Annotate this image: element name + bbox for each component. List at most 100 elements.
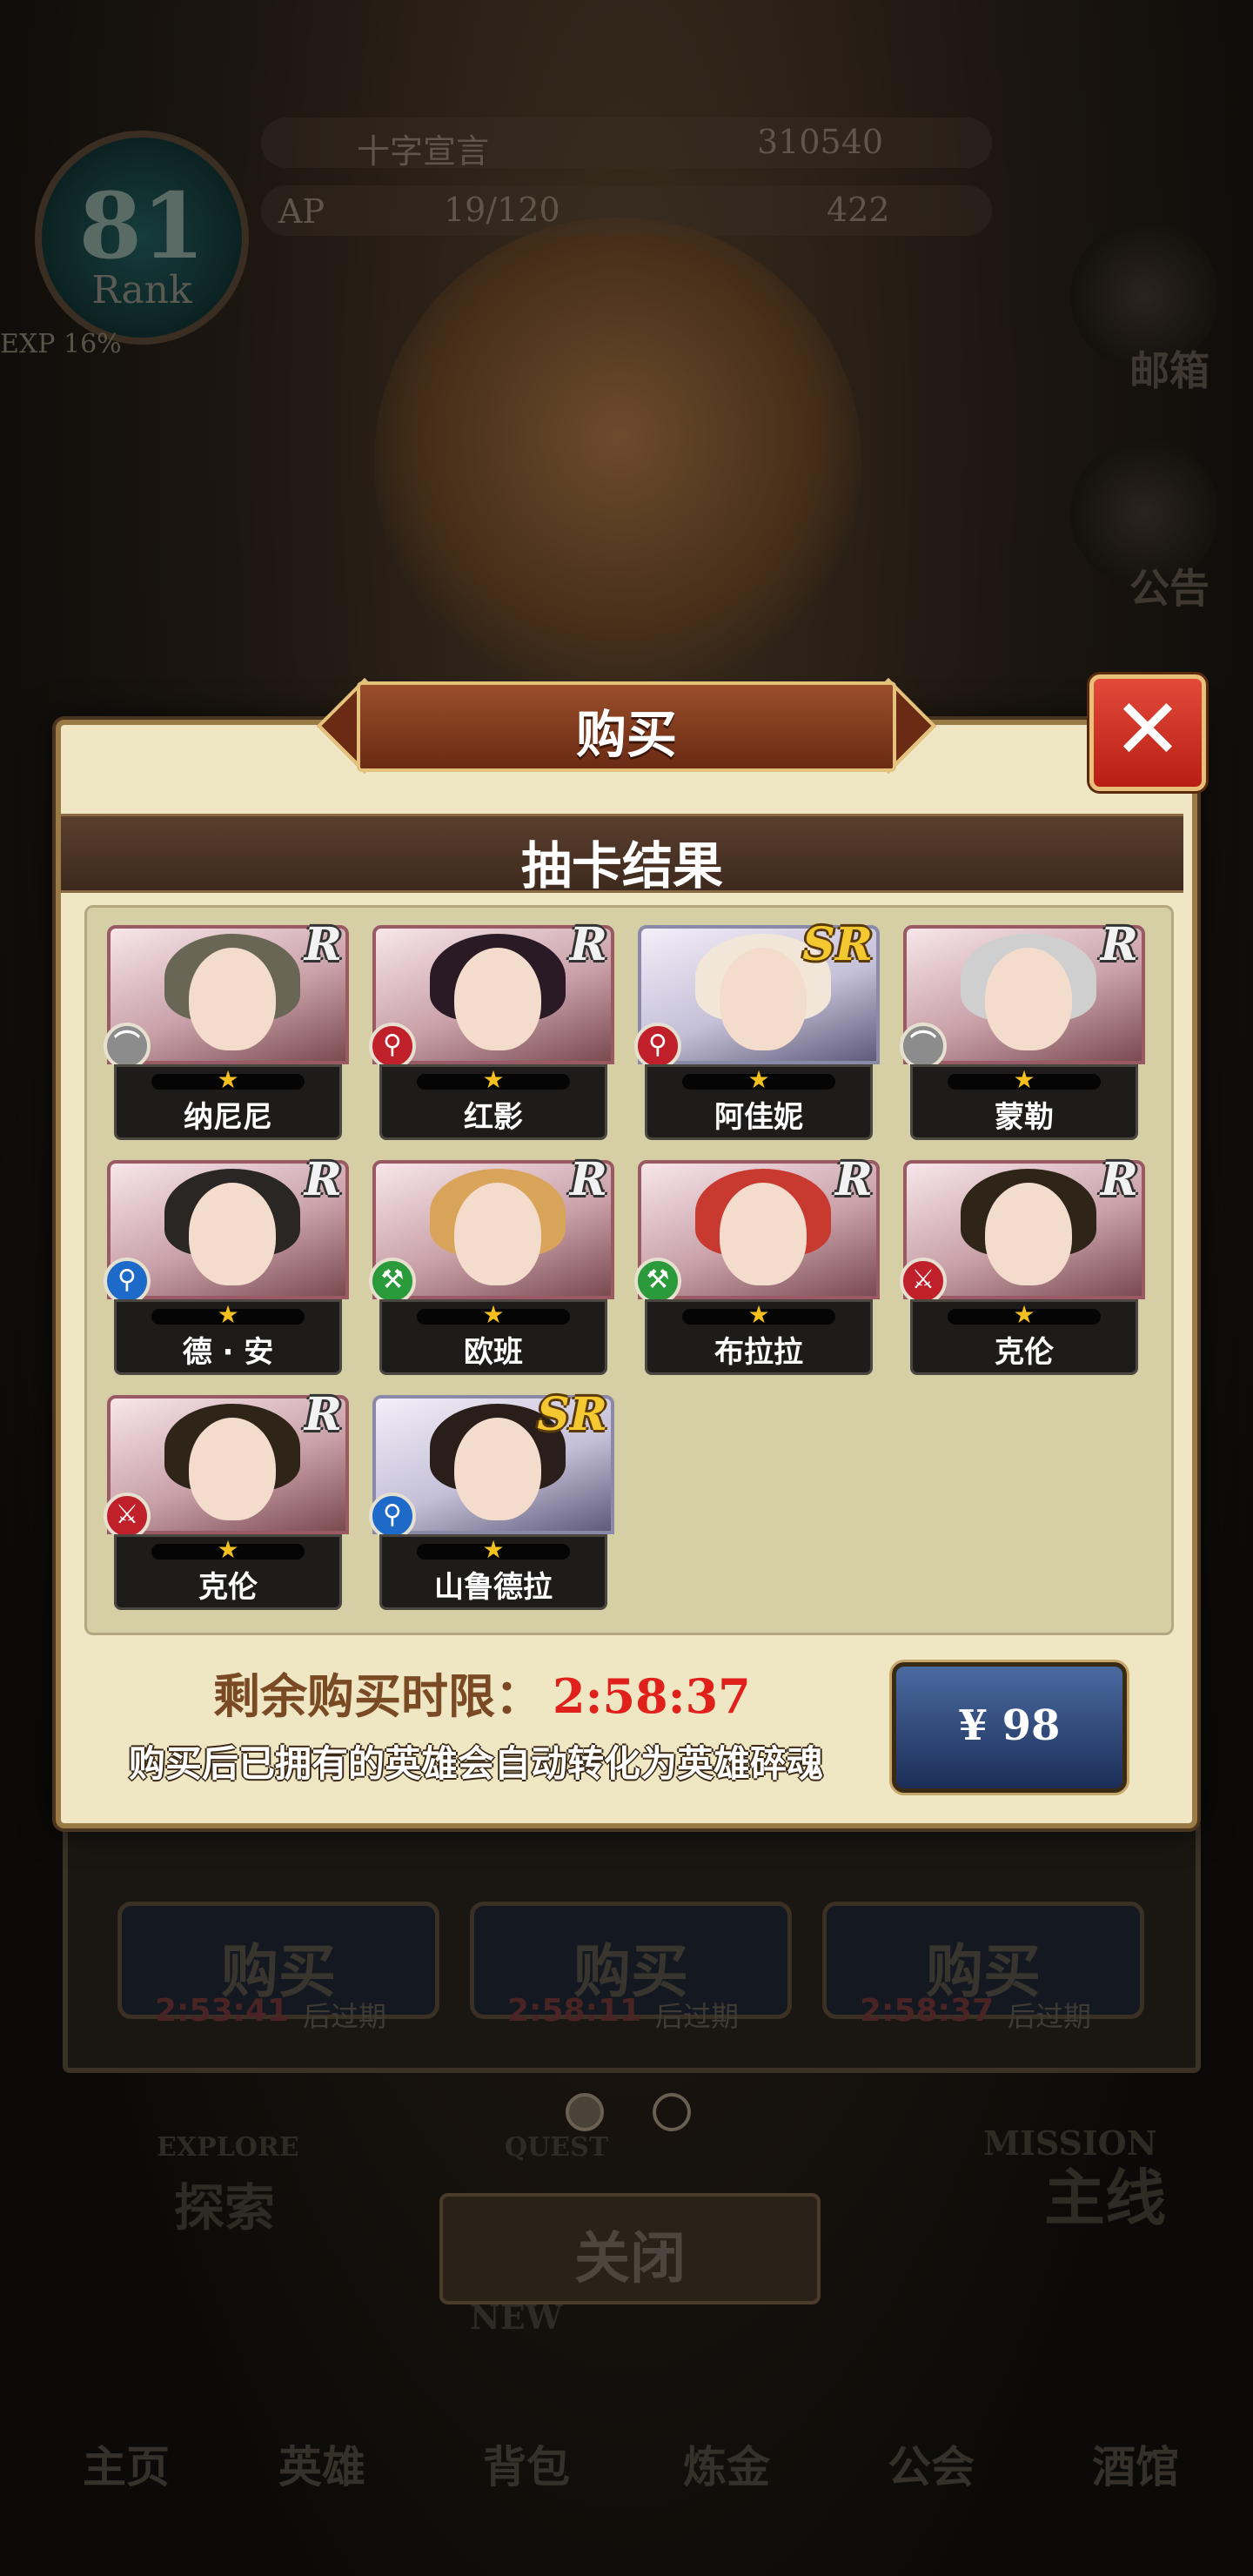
hero-nameplate: ★ 克伦 xyxy=(910,1299,1138,1375)
timer-value: 2:58:37 xyxy=(553,1668,751,1724)
star-icon: ★ xyxy=(747,1065,770,1094)
hero-card[interactable]: R ⚒ ★ 欧班 xyxy=(369,1153,614,1375)
staff-weapon-icon: ⚲ xyxy=(369,1023,416,1070)
dialog-title-banner: 购买 xyxy=(309,674,944,779)
close-button[interactable]: ✕ xyxy=(1089,674,1206,791)
nav-home[interactable]: 主页 xyxy=(83,2432,170,2495)
star-bar: ★ xyxy=(682,1300,835,1329)
rarity-badge: R xyxy=(1100,918,1138,971)
hero-face xyxy=(454,948,541,1050)
rarity-badge: R xyxy=(569,1153,607,1206)
hero-name: 山鲁德拉 xyxy=(434,1570,553,1605)
explore-label: EXPLORE xyxy=(157,2132,299,2163)
star-bar: ★ xyxy=(948,1065,1101,1094)
nav-heroes[interactable]: 英雄 xyxy=(278,2432,365,2495)
hero-name: 阿佳妮 xyxy=(714,1100,803,1135)
star-bar: ★ xyxy=(151,1065,305,1094)
star-icon: ★ xyxy=(747,1300,770,1329)
star-bar: ★ xyxy=(948,1300,1101,1329)
hero-card[interactable]: R ⌒ ★ 纳尼尼 xyxy=(104,918,349,1140)
star-bar: ★ xyxy=(417,1065,570,1094)
hero-card[interactable]: R ⚒ ★ 布拉拉 xyxy=(634,1153,880,1375)
hero-face xyxy=(189,948,276,1050)
hero-card[interactable]: SR ⚲ ★ 山鲁德拉 xyxy=(369,1388,614,1610)
ap-amount: 19/120 xyxy=(444,191,560,229)
hero-card[interactable]: R ⚔ ★ 克伦 xyxy=(900,1153,1145,1375)
bow-weapon-icon: ⌒ xyxy=(104,1023,151,1070)
hero-card[interactable]: R ⚲ ★ 红影 xyxy=(369,918,614,1140)
quest-label: QUEST xyxy=(505,2132,609,2163)
rarity-badge: R xyxy=(304,1153,342,1206)
hero-face xyxy=(189,1183,276,1285)
hero-name: 德 · 安 xyxy=(182,1335,274,1370)
hero-face xyxy=(985,1183,1072,1285)
bg-expire-3: 后过期 xyxy=(1008,2000,1092,2033)
hero-face xyxy=(720,1183,807,1285)
dialog-title: 购买 xyxy=(575,705,677,764)
staff-weapon-icon: ⚲ xyxy=(634,1023,681,1070)
bg-expire-2: 后过期 xyxy=(655,2000,740,2033)
bg-timer-1: 2:53:41 xyxy=(155,1993,290,2029)
hero-nameplate: ★ 山鲁德拉 xyxy=(379,1534,607,1610)
star-icon: ★ xyxy=(482,1065,505,1094)
hero-name: 纳尼尼 xyxy=(184,1100,272,1135)
rarity-badge: R xyxy=(304,1388,342,1441)
resource-bar: 十字宣言 310540 AP 19/120 422 xyxy=(261,117,992,248)
bow-weapon-icon: ⌒ xyxy=(900,1023,947,1070)
star-bar: ★ xyxy=(417,1300,570,1329)
nav-guild[interactable]: 公会 xyxy=(888,2432,975,2495)
exp-label: EXP 16% xyxy=(0,329,122,359)
hero-face xyxy=(189,1418,276,1520)
hero-card[interactable]: SR ⚲ ★ 阿佳妮 xyxy=(634,918,880,1140)
hero-face xyxy=(985,948,1072,1050)
rank-label: Rank xyxy=(91,268,192,312)
price-button[interactable]: ¥ 98 xyxy=(892,1662,1127,1793)
hero-nameplate: ★ 克伦 xyxy=(114,1534,342,1610)
hero-nameplate: ★ 欧班 xyxy=(379,1299,607,1375)
hero-card[interactable]: R ⚔ ★ 克伦 xyxy=(104,1388,349,1610)
page-dot-2[interactable] xyxy=(653,2093,691,2131)
notice-label: 公告 xyxy=(1129,565,1209,612)
star-icon: ★ xyxy=(217,1535,239,1564)
hero-name: 克伦 xyxy=(198,1570,258,1605)
background-close-label: 关闭 xyxy=(574,2227,686,2291)
star-icon: ★ xyxy=(1013,1065,1035,1094)
hero-face xyxy=(454,1183,541,1285)
nav-alchemy[interactable]: 炼金 xyxy=(683,2432,770,2495)
background-close-button[interactable]: 关闭 xyxy=(439,2193,821,2304)
purchase-timer: 剩余购买时限： 2:58:37 xyxy=(213,1658,751,1727)
bg-timer-3: 2:58:37 xyxy=(860,1993,995,2029)
hero-face xyxy=(720,948,807,1050)
rank-number: 81 xyxy=(78,172,205,279)
star-icon: ★ xyxy=(482,1535,505,1564)
star-icon: ★ xyxy=(217,1065,239,1094)
bg-timer-2: 2:58:11 xyxy=(507,1993,642,2029)
timer-label: 剩余购买时限： xyxy=(213,1669,542,1724)
star-icon: ★ xyxy=(482,1300,505,1329)
hero-card[interactable]: R ⌒ ★ 蒙勒 xyxy=(900,918,1145,1140)
star-bar: ★ xyxy=(417,1535,570,1564)
hero-nameplate: ★ 阿佳妮 xyxy=(645,1064,873,1140)
hero-card[interactable]: R ⚲ ★ 德 · 安 xyxy=(104,1153,349,1375)
result-header: 抽卡结果 xyxy=(61,814,1183,896)
staff-weapon-icon: ⚲ xyxy=(104,1258,151,1305)
page-dot-1[interactable] xyxy=(566,2093,604,2131)
axe-weapon-icon: ⚒ xyxy=(634,1258,681,1305)
close-icon: ✕ xyxy=(1112,681,1183,778)
hero-portrait-background xyxy=(374,218,861,705)
price-label: ¥ 98 xyxy=(958,1701,1061,1750)
nav-tavern[interactable]: 酒馆 xyxy=(1092,2432,1179,2495)
nav-bag[interactable]: 背包 xyxy=(483,2432,570,2495)
bg-expire-1: 后过期 xyxy=(303,2000,387,2033)
main-line-label[interactable]: 主线 xyxy=(1044,2150,1166,2237)
hero-nameplate: ★ 纳尼尼 xyxy=(114,1064,342,1140)
rarity-badge: R xyxy=(834,1153,873,1206)
rank-badge[interactable]: 81 Rank xyxy=(35,131,249,345)
explore-text[interactable]: 探索 xyxy=(174,2167,275,2240)
axe-weapon-icon: ⚒ xyxy=(369,1258,416,1305)
sword-weapon-icon: ⚔ xyxy=(104,1493,151,1540)
rarity-badge: R xyxy=(304,918,342,971)
rarity-badge: SR xyxy=(537,1388,607,1441)
rarity-badge: R xyxy=(1100,1153,1138,1206)
sword-weapon-icon: ⚔ xyxy=(900,1258,947,1305)
